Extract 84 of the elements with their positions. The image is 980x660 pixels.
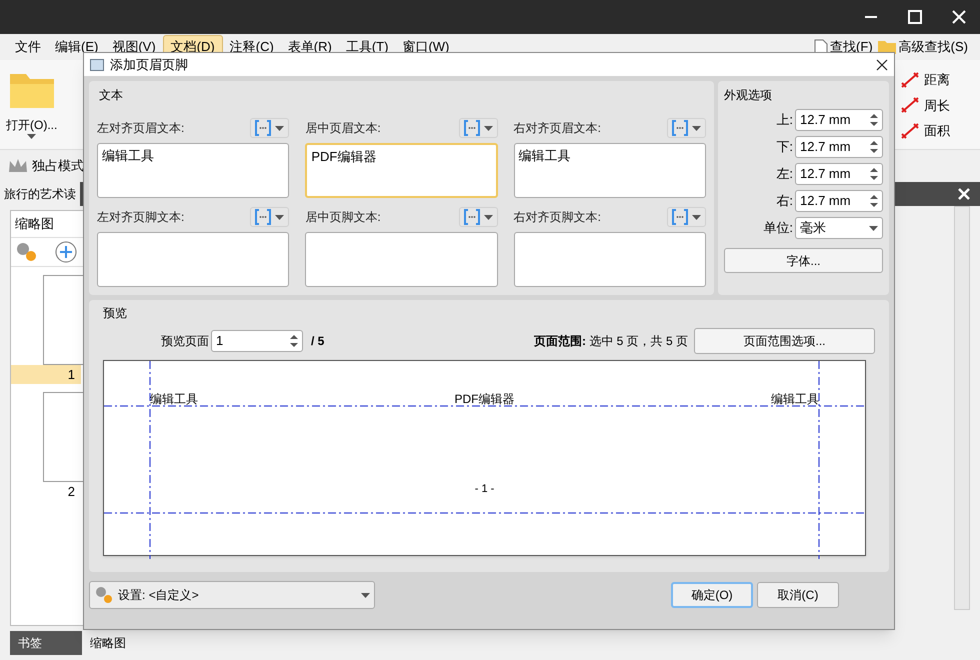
margin-label: 上: — [776, 111, 793, 130]
close-icon[interactable] — [876, 58, 888, 70]
input-field[interactable] — [97, 232, 290, 287]
spin-field[interactable]: 12.7 mm — [795, 163, 883, 185]
insert-field-button[interactable] — [666, 207, 706, 227]
dialog-button[interactable]: 取消(C) — [757, 582, 839, 608]
insert-field-button[interactable] — [250, 118, 290, 138]
plus-circle-icon[interactable] — [55, 240, 77, 262]
measure-tool-button[interactable]: 周长 — [900, 96, 950, 115]
unit-label: 单位: — [763, 219, 793, 238]
group-title: 外观选项 — [724, 87, 773, 104]
document-tab[interactable]: 旅行的艺术读 — [0, 182, 80, 206]
group-title: 预览 — [103, 305, 128, 322]
caret-icon — [275, 214, 284, 220]
field-label: 右对齐页眉文本: — [514, 120, 601, 137]
unit-dropdown[interactable]: 毫米 — [795, 217, 883, 239]
input-field[interactable]: PDF编辑器 — [305, 143, 498, 198]
margin-label: 下: — [776, 138, 793, 156]
group-title: 文本 — [98, 87, 124, 104]
spin-field[interactable]: 1 — [211, 330, 303, 352]
field-label: 左对齐页脚文本: — [97, 209, 184, 226]
insert-field-button[interactable] — [666, 118, 706, 138]
caret-icon — [692, 126, 701, 130]
settings-dropdown[interactable]: 设置: <自定义> — [89, 581, 375, 609]
bracket-dots-icon — [255, 120, 272, 136]
caret-icon — [484, 214, 493, 220]
open-button[interactable]: 打开(O)... — [0, 60, 58, 149]
window-icon — [90, 58, 104, 70]
field-label: 左对齐页眉文本: — [97, 120, 184, 137]
measure-tool-button[interactable]: 距离 — [900, 70, 950, 90]
insert-field-button[interactable] — [458, 207, 498, 227]
caret-icon — [275, 126, 284, 130]
panel-title: 缩略图 — [14, 215, 55, 233]
bracket-dots-icon — [464, 209, 480, 225]
caret-icon — [361, 592, 370, 598]
input-field[interactable]: 编辑工具 — [97, 143, 290, 198]
page-number[interactable]: 1 — [11, 364, 81, 384]
dialog-button[interactable]: 确定(O) — [671, 582, 753, 608]
page-number[interactable]: 2 — [11, 482, 81, 502]
insert-field-button[interactable] — [250, 207, 290, 227]
crown-icon — [8, 158, 28, 174]
margin-label: 左: — [776, 165, 793, 184]
menu-item[interactable]: 窗口(W) — [395, 35, 456, 59]
measure-tool-button[interactable]: 面积 — [900, 121, 950, 140]
caret-icon — [692, 214, 701, 220]
panel-tab[interactable]: 书签 — [10, 631, 82, 655]
preview-header-text: PDF编辑器 — [454, 391, 514, 408]
menu-item[interactable]: 文件 — [8, 35, 48, 59]
bracket-dots-icon — [464, 120, 480, 136]
insert-field-button[interactable] — [458, 118, 498, 138]
preview-header-text: 编辑工具 — [150, 391, 198, 408]
bracket-dots-icon — [672, 209, 688, 225]
preview-page-label: 预览页面 — [161, 333, 209, 350]
field-label: 居中页脚文本: — [305, 209, 381, 226]
input-field[interactable] — [305, 232, 498, 287]
input-field[interactable]: 编辑工具 — [514, 143, 706, 198]
input-field[interactable] — [514, 232, 706, 287]
spinner-arrows-icon — [870, 113, 878, 127]
preview-footer-text: - 1 - — [474, 482, 494, 497]
page-range-text: 页面范围: 选中 5 页，共 5 页 — [534, 333, 688, 350]
bracket-dots-icon — [255, 209, 272, 225]
field-label: 右对齐页脚文本: — [514, 209, 601, 226]
spin-field[interactable]: 12.7 mm — [795, 109, 883, 131]
preview-header-text: 编辑工具 — [771, 391, 819, 408]
spinner-arrows-icon — [870, 140, 878, 154]
spinner-arrows-icon — [870, 167, 878, 181]
caret-icon — [27, 134, 36, 139]
spin-field[interactable]: 12.7 mm — [795, 136, 883, 158]
spin-field[interactable]: 12.7 mm — [795, 190, 883, 212]
measure-icon — [900, 70, 920, 89]
caret-icon — [484, 126, 493, 130]
bracket-dots-icon — [672, 120, 688, 136]
font-button[interactable]: 字体... — [724, 248, 883, 273]
margin-label: 右: — [776, 192, 793, 210]
measure-icon — [900, 122, 920, 140]
caret-icon — [869, 226, 878, 230]
field-label: 居中页眉文本: — [305, 120, 381, 137]
measure-icon — [900, 96, 920, 114]
page-range-options-button[interactable]: 页面范围选项... — [694, 328, 875, 354]
scroll-bar[interactable] — [954, 206, 970, 610]
page-total: / 5 — [311, 333, 324, 350]
maximize-icon[interactable] — [908, 10, 922, 24]
spinner-arrows-icon — [870, 194, 878, 208]
spinner-arrows-icon — [290, 334, 298, 348]
